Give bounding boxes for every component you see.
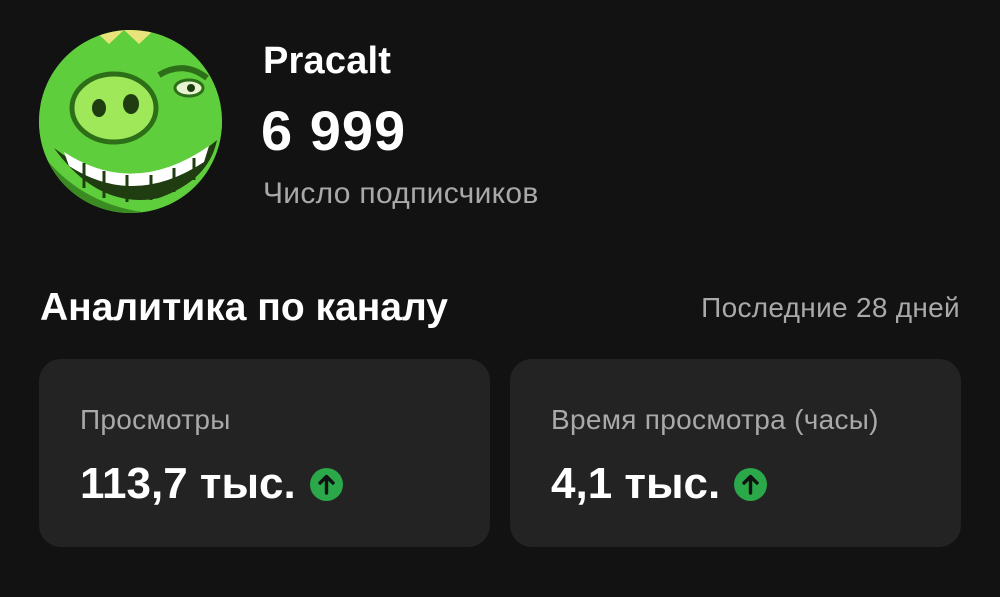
views-value: 113,7 тыс. bbox=[80, 459, 296, 508]
watch-time-value-row: 4,1 тыс. bbox=[551, 457, 768, 511]
channel-name[interactable]: Pracalt bbox=[263, 38, 391, 84]
arrow-up-icon bbox=[309, 467, 343, 501]
watch-time-value: 4,1 тыс. bbox=[551, 459, 721, 508]
views-value-row: 113,7 тыс. bbox=[80, 457, 343, 511]
pig-avatar-image bbox=[39, 30, 222, 213]
watch-time-label: Время просмотра (часы) bbox=[551, 404, 879, 435]
watch-time-card[interactable]: Время просмотра (часы) 4,1 тыс. bbox=[510, 359, 961, 547]
views-card[interactable]: Просмотры 113,7 тыс. bbox=[39, 359, 490, 547]
channel-avatar[interactable] bbox=[39, 30, 222, 213]
section-title: Аналитика по каналу bbox=[40, 286, 448, 329]
views-label: Просмотры bbox=[80, 404, 231, 435]
arrow-up-icon bbox=[734, 467, 768, 501]
period-label: Последние 28 дней bbox=[701, 292, 960, 323]
subscriber-count: 6 999 bbox=[261, 99, 407, 162]
subscriber-count-label: Число подписчиков bbox=[263, 177, 539, 210]
